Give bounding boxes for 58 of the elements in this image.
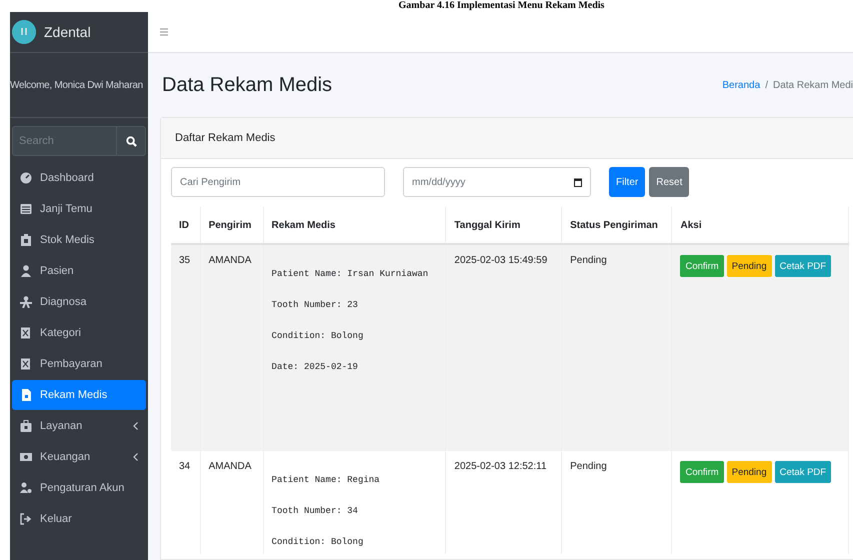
breadcrumb-separator: /: [765, 80, 768, 90]
record-detail-line: Tooth Number: 23: [272, 300, 359, 312]
sidebar-menu-item[interactable]: Pengaturan Akun: [12, 473, 146, 503]
table-cell: AMANDA: [200, 244, 264, 451]
table-cell: Pending: [562, 451, 672, 554]
figure-caption: Gambar 4.16 Implementasi Menu Rekam Medis: [398, 0, 604, 11]
record-detail-line: Condition: Bolong: [272, 537, 364, 549]
person-icon: [20, 265, 32, 277]
banknote-icon: [20, 451, 32, 463]
sidebar-menu-item[interactable]: Layanan: [12, 411, 146, 441]
grid-icon: [20, 358, 32, 370]
sender-search-field[interactable]: Cari Pengirim: [171, 167, 385, 197]
table-cell: 2025-02-03 12:52:11: [446, 451, 562, 554]
tooth-logo-icon: [12, 20, 36, 44]
record-detail-line: Tooth Number: 34: [272, 506, 359, 518]
breadcrumb-current: Data Rekam Medi: [772, 80, 853, 90]
list-icon: [20, 203, 32, 215]
record-detail-line: Patient Name: Irsan Kurniawan: [272, 269, 430, 281]
file-icon: [20, 389, 32, 401]
reset-button[interactable]: Reset: [649, 167, 690, 197]
pending-button[interactable]: Pending: [726, 461, 772, 483]
card-title: Daftar Rekam Medis: [175, 132, 276, 144]
table-cell: 35: [171, 244, 200, 451]
bag-icon: [20, 420, 32, 432]
pending-button[interactable]: Pending: [726, 255, 772, 277]
search-field[interactable]: Search: [12, 126, 116, 156]
record-detail-line: Condition: Bolong: [272, 331, 364, 343]
users-icon: [20, 482, 32, 494]
breadcrumb-link[interactable]: Beranda: [722, 80, 760, 90]
table-cell: 2025-02-03 15:49:59: [446, 244, 562, 451]
sidebar-menu-item[interactable]: Diagnosa: [12, 287, 146, 317]
page-title: Data Rekam Medis: [162, 74, 332, 96]
menu-icon[interactable]: [160, 28, 168, 36]
grid-icon: [20, 327, 32, 339]
person-icon: [20, 296, 32, 308]
table-cell: Pending: [562, 244, 672, 451]
sidebar-menu-item[interactable]: Pasien: [12, 256, 146, 286]
calendar-icon[interactable]: [574, 178, 582, 187]
sidebar-menu-item[interactable]: Stok Medis: [12, 225, 146, 255]
record-detail-line: Patient Name: Regina: [272, 475, 381, 487]
sidebar-menu-item[interactable]: Pembayaran: [12, 349, 146, 379]
exit-icon: [20, 513, 32, 525]
record-detail-line: Date: 2025-02-19: [272, 362, 359, 374]
sidebar-menu-item[interactable]: Keluar: [12, 504, 146, 534]
sidebar-menu-item[interactable]: Kategori: [12, 318, 146, 348]
sidebar-menu-item[interactable]: Keuangan: [12, 442, 146, 472]
sidebar-menu-item[interactable]: Janji Temu: [12, 194, 146, 224]
search-icon[interactable]: [126, 136, 136, 146]
date-field[interactable]: mm/dd/yyyy: [403, 167, 591, 197]
welcome-text: Welcome, Monica Dwi Maharan: [10, 80, 143, 90]
sidebar-menu-item[interactable]: Dashboard: [12, 163, 146, 193]
brand-name[interactable]: Zdental: [44, 24, 91, 40]
table-cell: AMANDA: [200, 451, 264, 554]
filter-button[interactable]: Filter: [609, 167, 646, 197]
gauge-icon: [20, 172, 32, 184]
table-cell: 34: [171, 451, 200, 554]
sidebar-menu-item[interactable]: Rekam Medis: [12, 380, 146, 410]
box-icon: [20, 234, 32, 246]
